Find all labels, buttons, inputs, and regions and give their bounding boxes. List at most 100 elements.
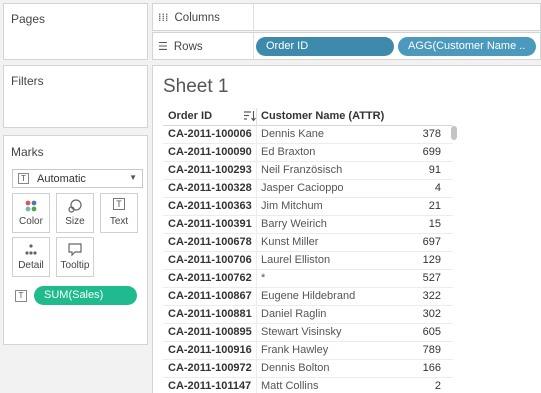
customer-name-cell: Dennis Kane: [261, 128, 324, 140]
cell-divider: [256, 378, 257, 393]
order-id-cell: CA-2011-100293: [168, 164, 252, 176]
table-row[interactable]: CA-2011-100762 * 527: [163, 270, 453, 288]
table-row[interactable]: CA-2011-100881 Daniel Raglin 302: [163, 306, 453, 324]
table-row[interactable]: CA-2011-100363 Jim Mitchum 21: [163, 198, 453, 216]
sales-value-cell: 129: [422, 254, 441, 266]
columns-shelf-label: ⁞⁞⁞ Columns: [158, 11, 253, 24]
cell-divider: [256, 288, 257, 306]
order-id-cell: CA-2011-100895: [168, 326, 252, 338]
order-id-header[interactable]: Order ID: [168, 110, 212, 122]
text-mark-icon: T: [18, 173, 29, 184]
order-id-cell: CA-2011-100363: [168, 200, 252, 212]
order-id-cell: CA-2011-100762: [168, 272, 252, 284]
customer-name-cell: Jasper Cacioppo: [261, 182, 344, 194]
vertical-scrollbar[interactable]: [451, 126, 457, 140]
table-row[interactable]: CA-2011-100972 Dennis Bolton 166: [163, 360, 453, 378]
detail-icon: [13, 242, 49, 260]
sum-sales-pill[interactable]: SUM(Sales): [34, 286, 137, 305]
table-row[interactable]: CA-2011-100328 Jasper Cacioppo 4: [163, 180, 453, 198]
cell-divider: [256, 126, 257, 144]
shelf-divider: [253, 33, 254, 59]
sheet-title: Sheet 1: [163, 76, 229, 97]
sales-value-cell: 699: [422, 146, 441, 158]
left-panel: Pages Filters Marks T Automatic ▼ Color: [0, 0, 150, 393]
customer-name-pill[interactable]: AGG(Customer Name ..: [398, 37, 536, 56]
customer-name-header[interactable]: Customer Name (ATTR): [261, 110, 384, 122]
sales-value-cell: 697: [422, 236, 441, 248]
table-row[interactable]: CA-2011-100895 Stewart Visinsky 605: [163, 324, 453, 342]
table-row[interactable]: CA-2011-100006 Dennis Kane 378: [163, 126, 453, 144]
sales-value-cell: 21: [428, 200, 441, 212]
customer-name-cell: Barry Weirich: [261, 218, 327, 230]
tooltip-button-label: Tooltip: [60, 260, 90, 271]
customer-name-cell: Dennis Bolton: [261, 362, 330, 374]
table-row[interactable]: CA-2011-101147 Matt Collins 2: [163, 378, 453, 393]
filters-card[interactable]: Filters: [3, 65, 148, 128]
customer-name-cell: Ed Braxton: [261, 146, 316, 158]
detail-button-label: Detail: [18, 260, 44, 271]
table-row[interactable]: CA-2011-100916 Frank Hawley 789: [163, 342, 453, 360]
marks-card-title: Marks: [11, 145, 44, 159]
cell-divider: [256, 144, 257, 162]
order-id-cell: CA-2011-100328: [168, 182, 252, 194]
sales-value-cell: 4: [434, 182, 441, 194]
sort-icon[interactable]: [243, 108, 256, 125]
crosstab: Order ID Customer Name (ATTR) CA-2011-10…: [163, 108, 453, 393]
table-row[interactable]: CA-2011-100867 Eugene Hildebrand 322: [163, 288, 453, 306]
sales-value-cell: 15: [428, 218, 441, 230]
sales-value-cell: 302: [422, 308, 441, 320]
order-id-cell: CA-2011-100916: [168, 344, 252, 356]
tooltip-icon: [57, 242, 93, 260]
customer-name-cell: Daniel Raglin: [261, 308, 327, 320]
order-id-cell: CA-2011-101147: [168, 380, 252, 392]
mark-type-dropdown[interactable]: T Automatic ▼: [12, 169, 143, 188]
sales-value-cell: 527: [422, 272, 441, 284]
sales-value-cell: 789: [422, 344, 441, 356]
marks-card: Marks T Automatic ▼ Color Size T Text De…: [3, 135, 148, 345]
cell-divider: [256, 342, 257, 360]
cell-divider: [256, 324, 257, 342]
detail-button[interactable]: Detail: [12, 237, 50, 277]
size-button-label: Size: [65, 216, 85, 227]
order-id-cell: CA-2011-100006: [168, 128, 252, 140]
table-row[interactable]: CA-2011-100293 Neil Französisch 91: [163, 162, 453, 180]
header-divider: [256, 108, 257, 126]
size-button[interactable]: Size: [56, 193, 94, 233]
table-row[interactable]: CA-2011-100678 Kunst Miller 697: [163, 234, 453, 252]
sales-value-cell: 2: [434, 380, 441, 392]
customer-name-cell: Eugene Hildebrand: [261, 290, 356, 302]
rows-shelf[interactable]: ☰ Rows Order ID AGG(Customer Name ..: [152, 32, 541, 60]
order-id-cell: CA-2011-100706: [168, 254, 252, 266]
order-id-pill[interactable]: Order ID: [256, 37, 394, 56]
customer-name-cell: Kunst Miller: [261, 236, 319, 248]
cell-divider: [256, 252, 257, 270]
rows-shelf-label: ☰ Rows: [158, 40, 253, 53]
cell-divider: [256, 216, 257, 234]
sales-value-cell: 166: [422, 362, 441, 374]
order-id-cell: CA-2011-100881: [168, 308, 252, 320]
cell-divider: [256, 234, 257, 252]
sales-value-cell: 378: [422, 128, 441, 140]
columns-shelf[interactable]: ⁞⁞⁞ Columns: [152, 3, 541, 31]
sheet-view: Sheet 1 Order ID Customer Name (ATTR) CA…: [152, 65, 541, 393]
table-row[interactable]: CA-2011-100391 Barry Weirich 15: [163, 216, 453, 234]
tooltip-button[interactable]: Tooltip: [56, 237, 94, 277]
cell-divider: [256, 162, 257, 180]
customer-name-cell: Stewart Visinsky: [261, 326, 342, 338]
text-button[interactable]: T Text: [100, 193, 138, 233]
shelf-divider: [253, 4, 254, 30]
customer-name-cell: *: [261, 272, 266, 284]
table-row[interactable]: CA-2011-100090 Ed Braxton 699: [163, 144, 453, 162]
cell-divider: [256, 198, 257, 216]
cell-divider: [256, 360, 257, 378]
order-id-cell: CA-2011-100678: [168, 236, 252, 248]
text-button-label: Text: [109, 216, 129, 227]
sales-value-cell: 322: [422, 290, 441, 302]
sales-value-cell: 605: [422, 326, 441, 338]
color-button[interactable]: Color: [12, 193, 50, 233]
pages-card[interactable]: Pages: [3, 3, 148, 60]
customer-name-cell: Jim Mitchum: [261, 200, 323, 212]
cell-divider: [256, 270, 257, 288]
table-row[interactable]: CA-2011-100706 Laurel Elliston 129: [163, 252, 453, 270]
shelves: ⁞⁞⁞ Columns ☰ Rows Order ID AGG(Customer N…: [152, 0, 541, 62]
